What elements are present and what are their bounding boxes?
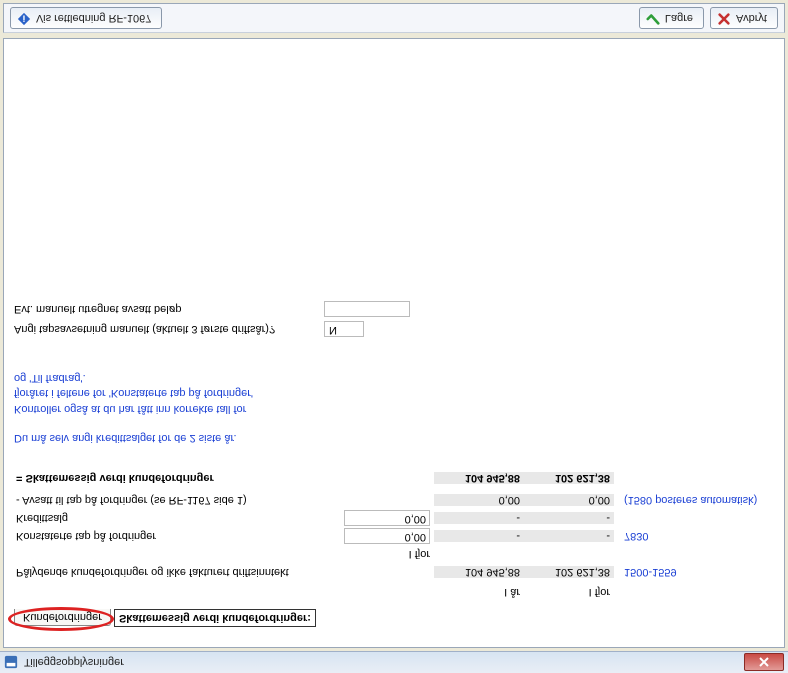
cell-value: 0,00 (524, 494, 614, 506)
check-icon (646, 10, 660, 27)
close-button[interactable] (744, 653, 784, 671)
row-note: 7830 (614, 530, 774, 542)
close-icon (717, 10, 731, 27)
button-label: Avbryt (736, 12, 767, 24)
info-text: Du må selv angi kredittsalget for de 2 s… (14, 369, 514, 445)
row-note: (1580 posteres automatisk) (614, 494, 774, 506)
table-row: - Avsatt til tap på fordringer (se RF-11… (14, 491, 774, 509)
table-row: Konstaterte tap på fordringer 0,00 - - 7… (14, 527, 774, 545)
cell-value: 0,00 (434, 494, 524, 506)
footer-toolbar: i Vis rettledning RF-1067 Lagre Avbryt (3, 3, 785, 33)
window-title: Tilleggsopplysninger (24, 657, 124, 669)
table-row: Kredittsalg 0,00 - - (14, 509, 774, 527)
app-icon (4, 656, 18, 670)
col-header-ifjor: I fjor (524, 586, 614, 598)
cell-value: 104 945,88 (434, 566, 524, 578)
cell-value: - (524, 530, 614, 542)
cell-value: 102 621,38 (524, 566, 614, 578)
cell-value: - (524, 512, 614, 524)
tab-label: Kundefordringer (23, 611, 102, 623)
cell-value: 102 621,38 (524, 472, 614, 484)
guide-button[interactable]: i Vis rettledning RF-1067 (10, 7, 162, 29)
window-body: Kundefordringer Skattemessig verdi kunde… (3, 38, 785, 648)
button-label: Lagre (665, 12, 693, 24)
data-grid: I år I fjor Pålydende kundefordringer og… (14, 469, 774, 601)
section-title: Skattemessig verdi kundefordringer: (114, 609, 316, 627)
manual-q1-input[interactable]: N (324, 321, 364, 337)
cell-value: 104 945,88 (434, 472, 524, 484)
save-button[interactable]: Lagre (639, 7, 704, 29)
titlebar: Tilleggsopplysninger (0, 651, 788, 673)
info-line: Du må selv angi kredittsalget for de 2 s… (14, 430, 514, 445)
row-label: Pålydende kundefordringer og ikke faktur… (14, 566, 344, 578)
manual-q1-label: Angi tapsavsetning manuelt (aktuelt 3 fø… (14, 323, 324, 335)
cell-value: - (434, 512, 524, 524)
table-row-sum: = Skattemessig verdi kundefordringer 104… (14, 469, 774, 487)
input-kredittsalg-ifjor[interactable]: 0,00 (344, 510, 430, 526)
manual-section: Angi tapsavsetning manuelt (aktuelt 3 fø… (14, 299, 774, 339)
input-konstaterte-ifjor[interactable]: 0,00 (344, 528, 430, 544)
manual-q2-label: Evt. manuelt utregnet avsatt beløp (14, 303, 324, 315)
info-line: og 'Til fradrag'. (14, 372, 86, 384)
col-header-iaar: I år (434, 586, 524, 598)
button-label: Vis rettledning RF-1067 (36, 12, 151, 24)
row-label: = Skattemessig verdi kundefordringer (14, 472, 344, 484)
cancel-button[interactable]: Avbryt (710, 7, 778, 29)
row-label: Konstaterte tap på fordringer (14, 530, 344, 542)
manual-q2-input[interactable] (324, 301, 410, 317)
row-note: 1500-1559 (614, 566, 774, 578)
cell-value: - (434, 530, 524, 542)
svg-text:i: i (23, 13, 26, 24)
info-icon: i (17, 10, 31, 27)
tab-kundefordringer[interactable]: Kundefordringer (14, 609, 111, 626)
row-label: - Avsatt til tap på fordringer (se RF-11… (14, 494, 344, 506)
table-row: Pålydende kundefordringer og ikke faktur… (14, 563, 774, 581)
col-header-ifjor-sub: I fjor (344, 548, 434, 560)
info-line: Kontroller også at du har fått inn korre… (14, 403, 246, 415)
row-label: Kredittsalg (14, 512, 344, 524)
info-line: fjoråret i feltene for 'Konstaterte tap … (14, 387, 253, 399)
